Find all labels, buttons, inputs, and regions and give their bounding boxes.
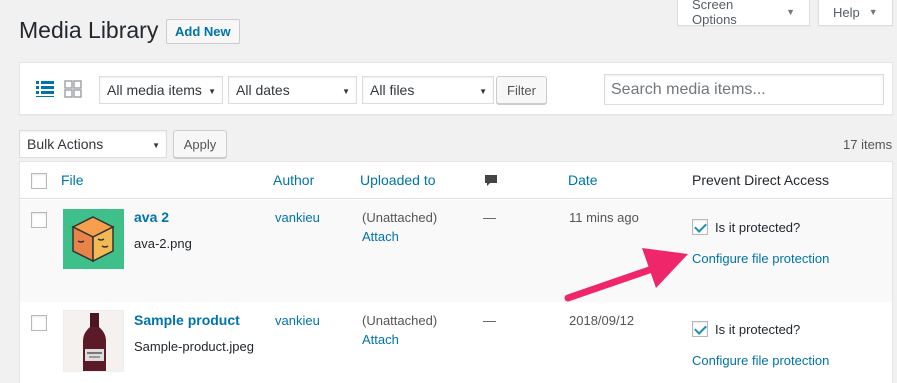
- row-checkbox[interactable]: [31, 315, 47, 331]
- select-all-checkbox[interactable]: [31, 173, 47, 189]
- attach-link[interactable]: Attach: [362, 229, 399, 244]
- apply-button[interactable]: Apply: [173, 130, 227, 158]
- table-row: ava 2 ava-2.png vankieu (Unattached) Att…: [20, 200, 892, 302]
- items-count: 17 items: [843, 137, 893, 152]
- file-name: ava-2.png: [134, 236, 192, 251]
- search-placeholder: Search media items...: [611, 80, 766, 98]
- help-label: Help: [833, 4, 860, 20]
- row-checkbox[interactable]: [31, 212, 47, 228]
- wine-bottle-icon: [83, 313, 106, 371]
- column-uploaded-to[interactable]: Uploaded to: [360, 172, 436, 188]
- caret-down-icon: ▼: [208, 87, 216, 96]
- files-select[interactable]: All files ▼: [362, 76, 494, 104]
- caret-down-icon: ▼: [342, 87, 350, 96]
- configure-protection-link[interactable]: Configure file protection: [692, 353, 829, 368]
- media-table: File Author Uploaded to Date Prevent Dir…: [19, 161, 893, 383]
- file-name: Sample-product.jpeg: [134, 339, 254, 354]
- date-value: 2018/09/12: [569, 313, 635, 328]
- column-date[interactable]: Date: [568, 172, 598, 188]
- column-file[interactable]: File: [61, 172, 84, 188]
- file-title-link[interactable]: ava 2: [134, 209, 169, 225]
- dates-select[interactable]: All dates ▼: [228, 76, 357, 104]
- media-filter-bar: All media items ▼ All dates ▼ All files …: [19, 62, 893, 115]
- media-type-value: All media items: [107, 82, 202, 98]
- table-row: Sample product Sample-product.jpeg vanki…: [20, 302, 892, 383]
- table-header: File Author Uploaded to Date Prevent Dir…: [20, 162, 892, 199]
- comment-bubble-icon[interactable]: [484, 174, 498, 188]
- add-new-button[interactable]: Add New: [166, 19, 240, 44]
- caret-down-icon: ▼: [786, 7, 795, 17]
- thumbnail-sample-product[interactable]: [63, 310, 124, 372]
- protected-label: Is it protected?: [715, 220, 801, 235]
- filter-button[interactable]: Filter: [496, 76, 547, 104]
- column-prevent-direct-access: Prevent Direct Access: [692, 172, 829, 188]
- caret-down-icon: ▼: [868, 7, 878, 17]
- attach-link[interactable]: Attach: [362, 332, 399, 347]
- caret-down-icon: ▼: [479, 87, 487, 96]
- list-view-icon[interactable]: [36, 80, 54, 98]
- help-button[interactable]: Help ▼: [818, 0, 893, 26]
- protected-label: Is it protected?: [715, 322, 801, 337]
- author-link[interactable]: vankieu: [275, 313, 320, 328]
- bulk-actions-value: Bulk Actions: [27, 136, 104, 152]
- comments-count: —: [483, 313, 496, 328]
- annotation-arrow-icon: [564, 248, 688, 302]
- thumbnail-ava-2[interactable]: [63, 209, 124, 269]
- screen-options-label: Screen Options: [692, 0, 737, 27]
- screen-options-button[interactable]: Screen Options ▼: [677, 0, 810, 27]
- dates-value: All dates: [236, 82, 290, 98]
- date-value: 11 mins ago: [569, 210, 639, 225]
- protected-checkbox[interactable]: [692, 219, 708, 235]
- protected-checkbox[interactable]: [692, 321, 708, 337]
- page-title: Media Library: [19, 17, 159, 43]
- cube-avatar-icon: [71, 216, 115, 263]
- file-title-link[interactable]: Sample product: [134, 312, 240, 328]
- author-link[interactable]: vankieu: [275, 210, 320, 225]
- column-author[interactable]: Author: [273, 172, 314, 188]
- uploaded-to-status: (Unattached): [362, 210, 438, 225]
- uploaded-to-status: (Unattached): [362, 313, 438, 328]
- comments-count: —: [483, 210, 496, 225]
- grid-view-icon[interactable]: [64, 80, 82, 98]
- configure-protection-link[interactable]: Configure file protection: [692, 251, 829, 266]
- caret-down-icon: ▼: [152, 141, 160, 150]
- search-input[interactable]: Search media items...: [604, 74, 884, 105]
- files-value: All files: [370, 82, 415, 98]
- bulk-actions-select[interactable]: Bulk Actions ▼: [19, 130, 167, 158]
- media-type-select[interactable]: All media items ▼: [99, 76, 223, 104]
